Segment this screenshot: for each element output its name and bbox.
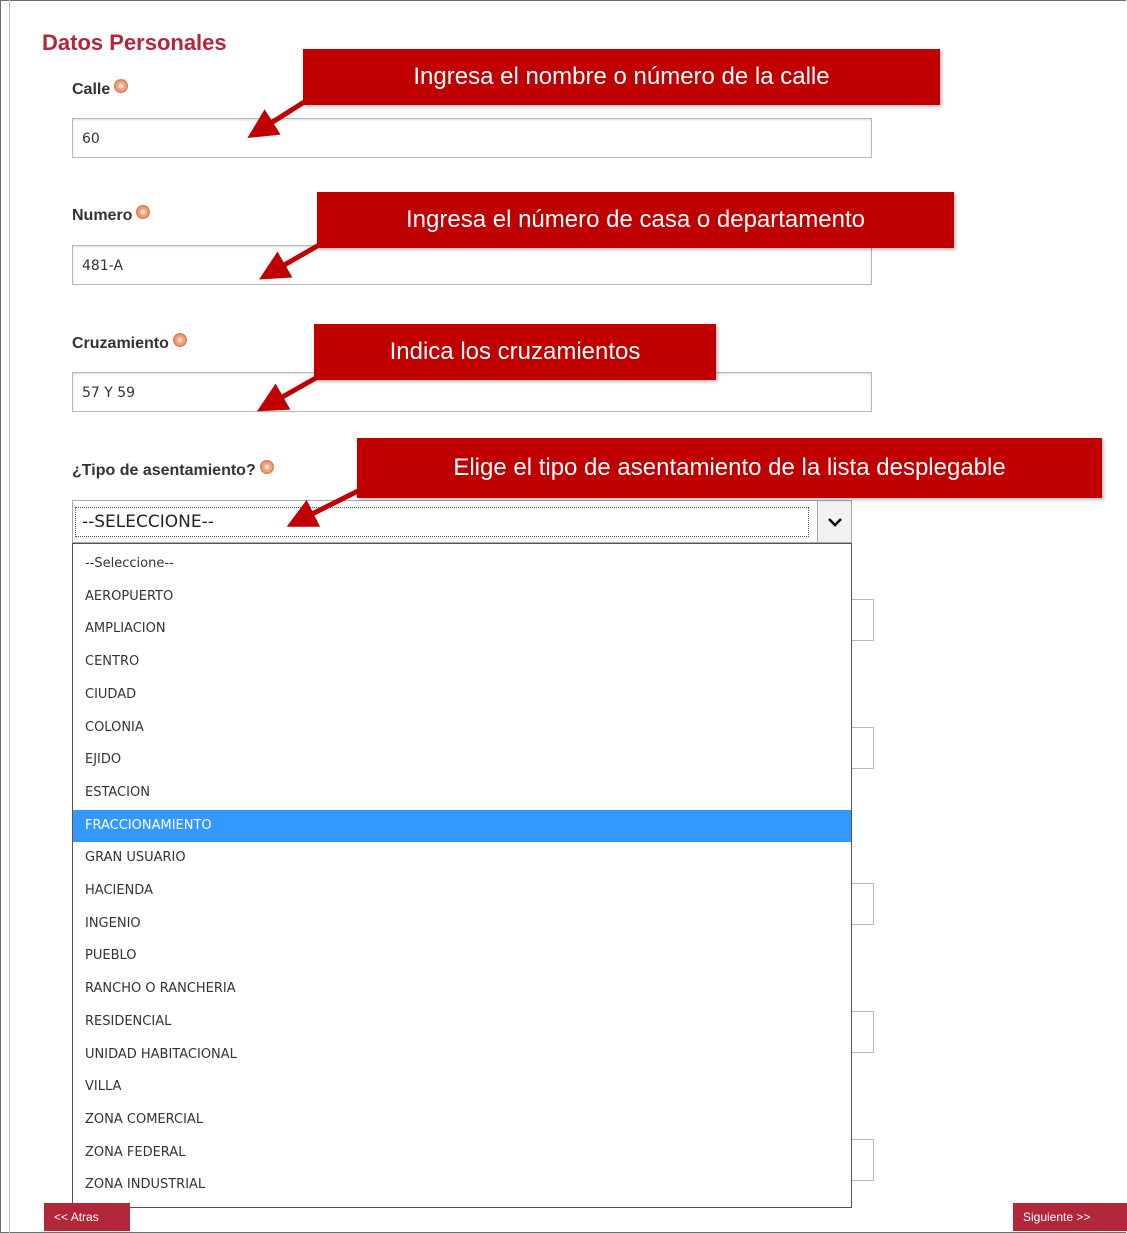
arrow-cruzamiento xyxy=(256,367,332,412)
callout-arrows xyxy=(247,89,362,527)
arrow-tipo xyxy=(286,487,362,527)
next-button[interactable]: Siguiente >> xyxy=(1013,1203,1127,1231)
arrow-calle xyxy=(247,89,322,139)
arrow-numero xyxy=(258,234,335,280)
back-button[interactable]: << Atras xyxy=(44,1203,130,1231)
